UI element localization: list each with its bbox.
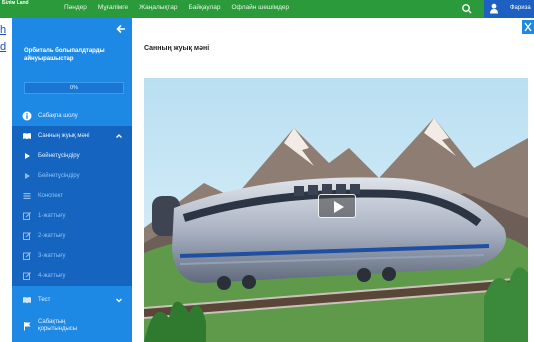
info-icon (22, 111, 32, 121)
nav-item-subjects[interactable]: Пәндер (64, 4, 87, 11)
sidebar-item-exercise-4[interactable]: 4-жаттығу (12, 266, 132, 286)
sidebar-item-label: Сабақпа шолу (38, 113, 78, 119)
sidebar-item-label: Бейнетұсіндіру (38, 153, 80, 159)
sidebar-item-label: Бейнетұсіндіру (38, 173, 80, 179)
nav-item-contests[interactable]: Байқаулар (188, 4, 220, 11)
chevron-up-icon[interactable] (115, 132, 123, 140)
user-menu[interactable]: Фариза (484, 0, 534, 18)
progress-text: 0% (70, 85, 78, 91)
sidebar-item-video-1[interactable]: Бейнетұсіндіру (12, 146, 132, 166)
nav-item-teachers[interactable]: Мұғалімге (98, 4, 128, 11)
sidebar-item-label: 1-жаттығу (38, 213, 66, 219)
top-navigation-bar: Білім Land Пәндер Мұғалімге Жаңалықтар Б… (0, 0, 534, 18)
sidebar-item-label: 3-жаттығу (38, 253, 66, 259)
edit-icon (23, 272, 31, 280)
nav-item-news[interactable]: Жаңалықтар (139, 4, 177, 11)
sidebar-item-exercise-1[interactable]: 1-жаттығу (12, 206, 132, 226)
sidebar-item-video-2[interactable]: Бейнетұсіндіру (12, 166, 132, 186)
chevron-down-icon[interactable] (115, 296, 123, 304)
lesson-sidebar: Орбиталь болыпалдтарды айнуырашыстар 0% … (12, 18, 132, 342)
user-icon (490, 3, 498, 14)
lesson-title: Санның жуық мәні (144, 45, 210, 52)
sidebar-item-label: Сабақтың қорытындысы (38, 319, 78, 332)
sidebar-item-summary[interactable]: Конспект (12, 186, 132, 206)
book-icon (23, 133, 31, 140)
sidebar-item-label: 2-жаттығу (38, 233, 66, 239)
edit-icon (23, 252, 31, 260)
sidebar-item-label: Санның жуық мәні (38, 133, 90, 139)
expand-icon[interactable] (522, 20, 534, 34)
fragment-line: d (0, 41, 7, 53)
play-icon (25, 153, 30, 159)
book-icon (23, 297, 31, 304)
lesson-content: Санның жуық мәні (132, 18, 534, 342)
sidebar-item-label: 4-жаттығу (38, 273, 66, 279)
sidebar-item-label: Тест (38, 297, 51, 303)
flag-icon (24, 322, 31, 331)
play-button[interactable] (318, 194, 356, 218)
search-icon[interactable] (460, 2, 474, 16)
site-logo[interactable]: Білім Land (2, 0, 32, 7)
video-player[interactable] (144, 78, 528, 342)
arrow-left-icon[interactable] (115, 23, 127, 35)
user-name: Фариза (510, 5, 531, 11)
progress-bar: 0% (24, 82, 124, 94)
top-nav-menu: Пәндер Мұғалімге Жаңалықтар Байқаулар Оф… (64, 4, 289, 11)
play-icon (334, 201, 344, 213)
sidebar-item-exercise-2[interactable]: 2-жаттығу (12, 226, 132, 246)
clipped-link-fragment[interactable]: h d (0, 22, 12, 58)
course-title: Орбиталь болыпалдтарды айнуырашыстар (24, 48, 105, 62)
sidebar-item-topic[interactable]: Санның жуық мәні (12, 126, 132, 146)
sidebar-item-conclusion[interactable]: Сабақтың қорытындысы (12, 314, 132, 338)
fragment-line: h (0, 24, 7, 36)
list-icon (23, 193, 31, 199)
edit-icon (23, 212, 31, 220)
sidebar-item-test[interactable]: Тест (12, 290, 132, 310)
sidebar-item-exercise-3[interactable]: 3-жаттығу (12, 246, 132, 266)
sidebar-item-label: Конспект (38, 193, 64, 199)
sidebar-item-overview[interactable]: Сабақпа шолу (12, 106, 132, 126)
play-icon (25, 173, 30, 179)
edit-icon (23, 232, 31, 240)
nav-item-offline[interactable]: Офлайн шешімдер (231, 4, 289, 11)
